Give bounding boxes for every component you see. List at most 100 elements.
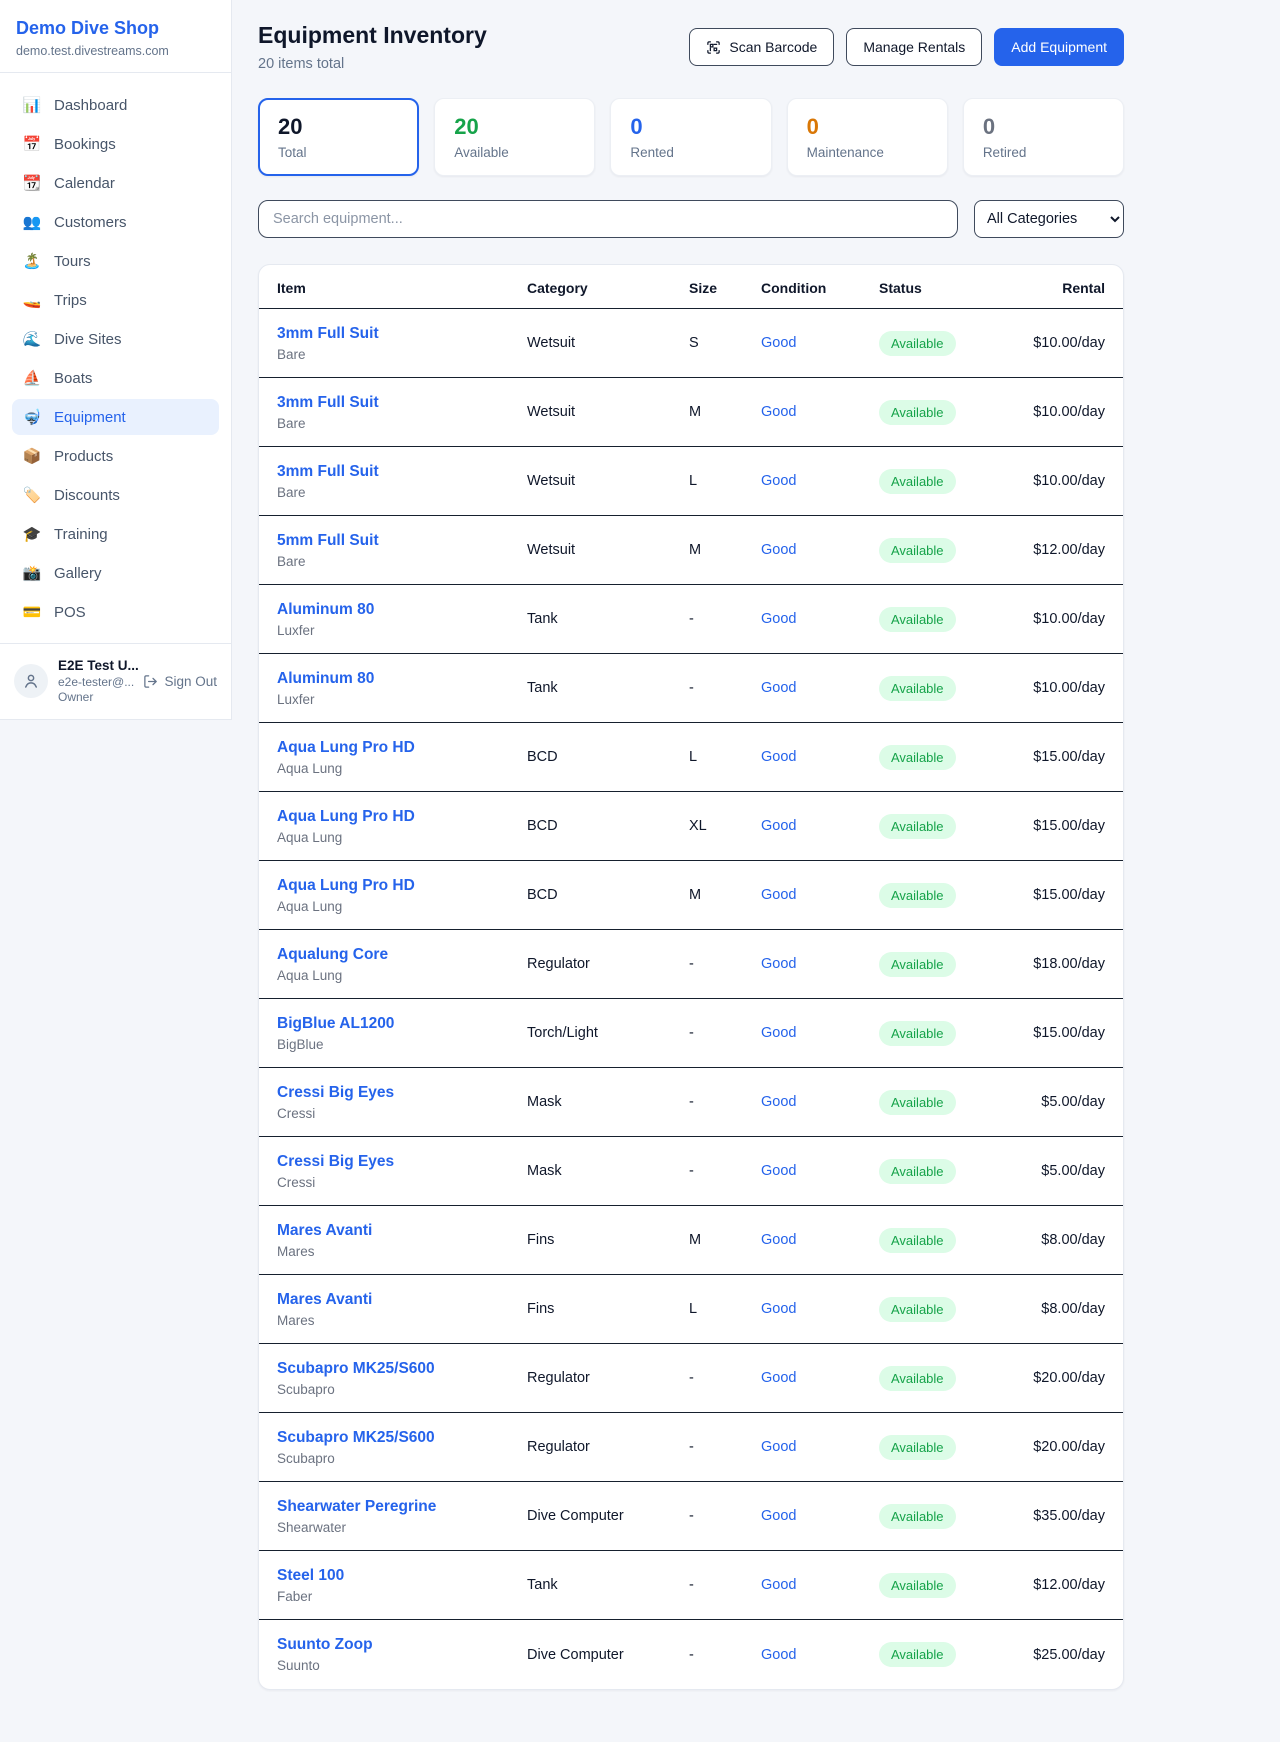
sidebar-item[interactable]: 🌊 Dive Sites: [12, 321, 219, 357]
status-cell: Available: [879, 676, 1029, 701]
nav-item-icon: 📅: [22, 135, 42, 153]
status-cell: Available: [879, 1090, 1029, 1115]
condition-link[interactable]: Good: [761, 1232, 796, 1248]
condition-link[interactable]: Good: [761, 1439, 796, 1455]
size-cell: -: [689, 1439, 761, 1455]
page-heading: Equipment Inventory 20 items total: [258, 22, 487, 72]
condition-link[interactable]: Good: [761, 956, 796, 972]
item-cell: Suunto Zoop Suunto: [277, 1636, 527, 1673]
scan-barcode-button[interactable]: Scan Barcode: [689, 28, 834, 66]
category-cell: Dive Computer: [527, 1508, 689, 1524]
item-name-link[interactable]: Scubapro MK25/S600: [277, 1429, 435, 1447]
sidebar-item[interactable]: 🎓 Training: [12, 516, 219, 552]
item-name-link[interactable]: Shearwater Peregrine: [277, 1498, 436, 1516]
condition-link[interactable]: Good: [761, 404, 796, 420]
condition-link[interactable]: Good: [761, 1647, 796, 1663]
brand-title[interactable]: Demo Dive Shop: [16, 18, 215, 39]
item-name-link[interactable]: Cressi Big Eyes: [277, 1153, 394, 1171]
manage-rentals-button[interactable]: Manage Rentals: [846, 28, 982, 66]
condition-link[interactable]: Good: [761, 335, 796, 351]
sidebar-nav: 📊 Dashboard 📅 Bookings 📆 Calendar 👥 Cust…: [0, 73, 231, 643]
item-cell: Aqua Lung Pro HD Aqua Lung: [277, 739, 527, 776]
condition-link[interactable]: Good: [761, 749, 796, 765]
sidebar-item[interactable]: 👥 Customers: [12, 204, 219, 240]
stat-card[interactable]: 20 Total: [258, 98, 419, 176]
item-name-link[interactable]: BigBlue AL1200: [277, 1015, 394, 1033]
condition-link[interactable]: Good: [761, 1577, 796, 1593]
status-badge: Available: [879, 538, 956, 563]
condition-link[interactable]: Good: [761, 818, 796, 834]
logout-icon: [143, 674, 158, 689]
sidebar-item[interactable]: 🚤 Trips: [12, 282, 219, 318]
item-name-link[interactable]: Aqua Lung Pro HD: [277, 808, 415, 826]
sidebar-item[interactable]: 📊 Dashboard: [12, 87, 219, 123]
sidebar-item[interactable]: ⛵ Boats: [12, 360, 219, 396]
rental-cell: $25.00/day: [1029, 1647, 1105, 1663]
table-row: Steel 100 Faber Tank - Good Available $1…: [259, 1551, 1123, 1620]
item-cell: 3mm Full Suit Bare: [277, 463, 527, 500]
person-icon: [22, 672, 40, 690]
table-body: 3mm Full Suit Bare Wetsuit S Good Availa…: [259, 309, 1123, 1689]
condition-link[interactable]: Good: [761, 1508, 796, 1524]
item-name-link[interactable]: Scubapro MK25/S600: [277, 1360, 435, 1378]
category-cell: Wetsuit: [527, 473, 689, 489]
status-cell: Available: [879, 814, 1029, 839]
item-name-link[interactable]: Steel 100: [277, 1567, 344, 1585]
condition-cell: Good: [761, 749, 879, 765]
page-title: Equipment Inventory: [258, 22, 487, 49]
item-name-link[interactable]: Aluminum 80: [277, 670, 374, 688]
condition-link[interactable]: Good: [761, 1370, 796, 1386]
stat-card[interactable]: 0 Maintenance: [787, 98, 948, 176]
condition-link[interactable]: Good: [761, 680, 796, 696]
condition-link[interactable]: Good: [761, 1301, 796, 1317]
stat-card[interactable]: 0 Retired: [963, 98, 1124, 176]
nav-item-label: Dashboard: [54, 97, 127, 114]
status-badge: Available: [879, 1642, 956, 1667]
item-name-link[interactable]: Aluminum 80: [277, 601, 374, 619]
item-name-link[interactable]: Aqua Lung Pro HD: [277, 877, 415, 895]
sidebar-item[interactable]: 📅 Bookings: [12, 126, 219, 162]
item-name-link[interactable]: Mares Avanti: [277, 1291, 372, 1309]
stat-value: 20: [278, 114, 399, 140]
item-name-link[interactable]: 3mm Full Suit: [277, 463, 379, 481]
nav-item-icon: 📊: [22, 96, 42, 114]
condition-link[interactable]: Good: [761, 611, 796, 627]
sidebar-item[interactable]: 🏝️ Tours: [12, 243, 219, 279]
condition-link[interactable]: Good: [761, 1094, 796, 1110]
condition-link[interactable]: Good: [761, 473, 796, 489]
stat-card[interactable]: 20 Available: [434, 98, 595, 176]
sign-out-button[interactable]: Sign Out: [143, 674, 217, 689]
item-name-link[interactable]: Aqualung Core: [277, 946, 388, 964]
size-cell: M: [689, 887, 761, 903]
item-name-link[interactable]: 3mm Full Suit: [277, 394, 379, 412]
category-select[interactable]: All Categories: [974, 200, 1124, 238]
item-cell: Mares Avanti Mares: [277, 1291, 527, 1328]
item-name-link[interactable]: 5mm Full Suit: [277, 532, 379, 550]
sidebar-item[interactable]: 📸 Gallery: [12, 555, 219, 591]
status-badge: Available: [879, 469, 956, 494]
category-cell: Mask: [527, 1094, 689, 1110]
search-input[interactable]: [258, 200, 958, 238]
stat-card[interactable]: 0 Rented: [610, 98, 771, 176]
status-cell: Available: [879, 1573, 1029, 1598]
sidebar-item[interactable]: 💳 POS: [12, 594, 219, 630]
sidebar-item[interactable]: 📦 Products: [12, 438, 219, 474]
sidebar-item[interactable]: 🏷️ Discounts: [12, 477, 219, 513]
item-name-link[interactable]: Aqua Lung Pro HD: [277, 739, 415, 757]
condition-link[interactable]: Good: [761, 1025, 796, 1041]
item-name-link[interactable]: 3mm Full Suit: [277, 325, 379, 343]
filter-bar: All Categories: [258, 200, 1124, 238]
add-equipment-button[interactable]: Add Equipment: [994, 28, 1124, 66]
condition-link[interactable]: Good: [761, 887, 796, 903]
nav-item-label: Gallery: [54, 565, 102, 582]
condition-link[interactable]: Good: [761, 1163, 796, 1179]
sidebar-item[interactable]: 🤿 Equipment: [12, 399, 219, 435]
item-name-link[interactable]: Suunto Zoop: [277, 1636, 373, 1654]
item-name-link[interactable]: Cressi Big Eyes: [277, 1084, 394, 1102]
condition-link[interactable]: Good: [761, 542, 796, 558]
table-row: Scubapro MK25/S600 Scubapro Regulator - …: [259, 1413, 1123, 1482]
table-row: Cressi Big Eyes Cressi Mask - Good Avail…: [259, 1068, 1123, 1137]
app-root: Demo Dive Shop demo.test.divestreams.com…: [0, 0, 1280, 1742]
item-name-link[interactable]: Mares Avanti: [277, 1222, 372, 1240]
sidebar-item[interactable]: 📆 Calendar: [12, 165, 219, 201]
